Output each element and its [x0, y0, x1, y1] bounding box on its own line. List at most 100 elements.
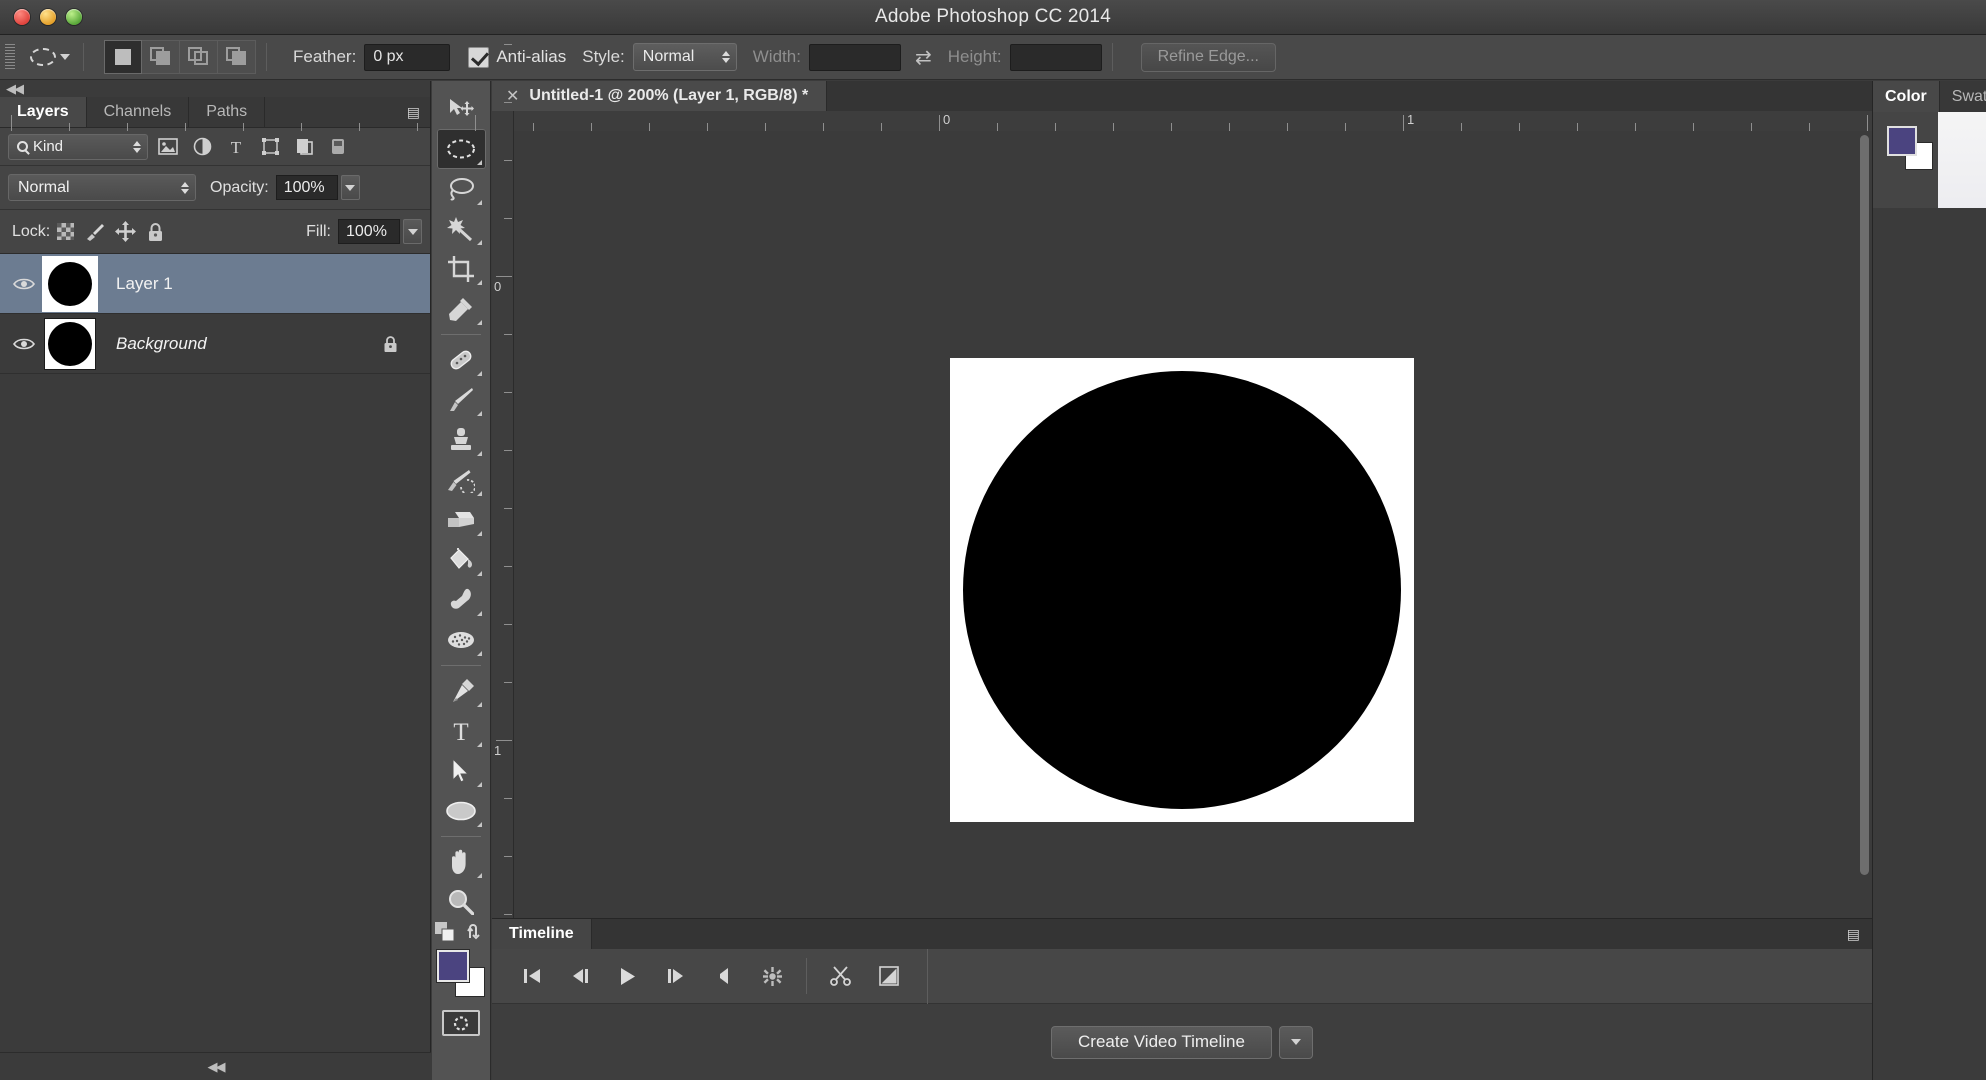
brush-tool[interactable]: [437, 380, 486, 420]
ruler-tick: [1867, 115, 1868, 131]
lock-label: Lock:: [12, 222, 51, 240]
tab-paths[interactable]: Paths: [189, 97, 266, 127]
layer-row-background[interactable]: Background: [0, 314, 430, 374]
layer-row-layer-1[interactable]: Layer 1: [0, 254, 430, 314]
tab-swatches[interactable]: Swatches: [1939, 81, 1986, 112]
layer-name-label[interactable]: Background: [116, 334, 207, 354]
add-to-selection-button[interactable]: [142, 40, 180, 74]
play-button[interactable]: [604, 956, 652, 996]
intersect-selection-button[interactable]: [218, 40, 256, 74]
filter-toggle-icon[interactable]: [324, 134, 352, 160]
filter-kind-select[interactable]: Kind: [8, 133, 148, 160]
ruler-tick: [1751, 123, 1752, 131]
divider: [927, 948, 928, 1004]
shape-layer-filter-icon[interactable]: [256, 134, 284, 160]
double-chevron-left-icon[interactable]: ◀◀: [208, 1059, 226, 1075]
swap-width-height-icon[interactable]: ⇄: [915, 45, 932, 70]
dodge-sponge-tool[interactable]: [437, 580, 486, 620]
opacity-dropdown-button[interactable]: [340, 175, 360, 200]
eyedropper-tool[interactable]: [437, 289, 486, 329]
panel-menu-icon[interactable]: ▤: [1847, 927, 1860, 941]
tab-channels[interactable]: Channels: [86, 97, 190, 127]
fill-dropdown-button[interactable]: [403, 219, 422, 244]
lock-transparent-pixels-icon[interactable]: [50, 219, 80, 245]
anti-alias-checkbox[interactable]: Anti-alias: [468, 46, 566, 68]
layer-thumbnail[interactable]: [44, 317, 96, 370]
layer-visibility-toggle[interactable]: [4, 277, 44, 291]
close-tab-icon[interactable]: ✕: [506, 86, 519, 106]
blend-mode-select[interactable]: Normal: [8, 174, 196, 201]
pen-tool[interactable]: [437, 671, 486, 711]
width-input[interactable]: [808, 43, 901, 71]
width-label: Width:: [752, 47, 801, 66]
refine-edge-button[interactable]: Refine Edge...: [1140, 42, 1276, 72]
eraser-tool[interactable]: [437, 500, 486, 540]
create-video-timeline-button[interactable]: Create Video Timeline: [1051, 1025, 1272, 1059]
layer-thumbnail[interactable]: [42, 255, 98, 312]
type-layer-filter-icon[interactable]: T: [222, 134, 250, 160]
default-foreground-background-icon[interactable]: [435, 922, 455, 942]
transition-button[interactable]: [865, 956, 913, 996]
options-bar-grip[interactable]: [5, 44, 15, 70]
tool-preset-picker[interactable]: [27, 42, 73, 72]
gradient-paint-bucket-tool[interactable]: [437, 540, 486, 580]
lock-all-icon[interactable]: [140, 219, 170, 245]
swap-foreground-background-icon[interactable]: [467, 922, 487, 942]
scrollbar-thumb[interactable]: [1860, 135, 1869, 875]
tab-color[interactable]: Color: [1873, 81, 1940, 112]
zoom-tool[interactable]: [437, 882, 486, 922]
smart-object-filter-icon[interactable]: [290, 134, 318, 160]
canvas-viewport[interactable]: [515, 161, 1848, 1019]
elliptical-marquee-tool[interactable]: [436, 129, 486, 169]
tab-timeline[interactable]: Timeline: [492, 919, 592, 949]
height-input[interactable]: [1009, 43, 1102, 71]
panel-menu-icon[interactable]: ▤: [407, 105, 420, 119]
document-tab[interactable]: ✕ Untitled-1 @ 200% (Layer 1, RGB/8) *: [492, 81, 828, 111]
blur-tool[interactable]: [437, 620, 486, 660]
horizontal-type-tool[interactable]: T: [437, 711, 486, 751]
history-brush-tool[interactable]: [437, 460, 486, 500]
previous-frame-button[interactable]: [556, 956, 604, 996]
pixel-layer-filter-icon[interactable]: [154, 134, 182, 160]
ruler-origin[interactable]: [492, 111, 514, 131]
move-tool[interactable]: [437, 89, 486, 129]
horizontal-ruler[interactable]: 01: [11, 111, 1872, 131]
clone-stamp-tool[interactable]: [437, 420, 486, 460]
opacity-input[interactable]: 100%: [275, 175, 338, 200]
feather-input[interactable]: 0 px: [364, 43, 451, 71]
path-selection-tool[interactable]: [437, 751, 486, 791]
new-selection-button[interactable]: [104, 40, 142, 74]
layer-visibility-toggle[interactable]: [4, 337, 44, 351]
spot-healing-brush-tool[interactable]: [437, 340, 486, 380]
foreground-color-swatch[interactable]: [437, 950, 469, 982]
subtract-from-selection-button[interactable]: [180, 40, 218, 74]
vertical-scrollbar[interactable]: [1855, 131, 1872, 1019]
magic-wand-tool[interactable]: [437, 209, 486, 249]
tool-flyout-indicator: [476, 702, 482, 707]
ruler-tick: [243, 123, 244, 131]
panel-collapse-button[interactable]: ◀◀: [0, 81, 430, 97]
lasso-tool[interactable]: [437, 169, 486, 209]
audio-mute-button[interactable]: [700, 956, 748, 996]
style-select[interactable]: Normal: [632, 43, 737, 71]
foreground-color-swatch[interactable]: [1887, 126, 1917, 156]
go-to-first-frame-button[interactable]: [508, 956, 556, 996]
adjustment-layer-filter-icon[interactable]: [188, 134, 216, 160]
timeline-settings-button[interactable]: [748, 956, 796, 996]
tab-layers[interactable]: Layers: [0, 97, 87, 127]
lock-position-icon[interactable]: [110, 219, 140, 245]
layers-panel-tabs: Layers Channels Paths ▤: [0, 97, 430, 128]
layer-name-label[interactable]: Layer 1: [116, 274, 173, 294]
black-circle-shape[interactable]: [962, 371, 1401, 809]
split-at-playhead-button[interactable]: [817, 956, 865, 996]
new-selection-icon: [115, 49, 131, 65]
lock-image-pixels-icon[interactable]: [80, 219, 110, 245]
ellipse-shape-tool[interactable]: [437, 791, 486, 831]
hand-tool[interactable]: [437, 842, 486, 882]
crop-tool[interactable]: [437, 249, 486, 289]
quick-mask-mode-icon[interactable]: [442, 1010, 480, 1036]
next-frame-button[interactable]: [652, 956, 700, 996]
create-timeline-dropdown-button[interactable]: [1278, 1025, 1313, 1059]
document-canvas[interactable]: [949, 358, 1414, 822]
fill-input[interactable]: 100%: [338, 219, 400, 244]
